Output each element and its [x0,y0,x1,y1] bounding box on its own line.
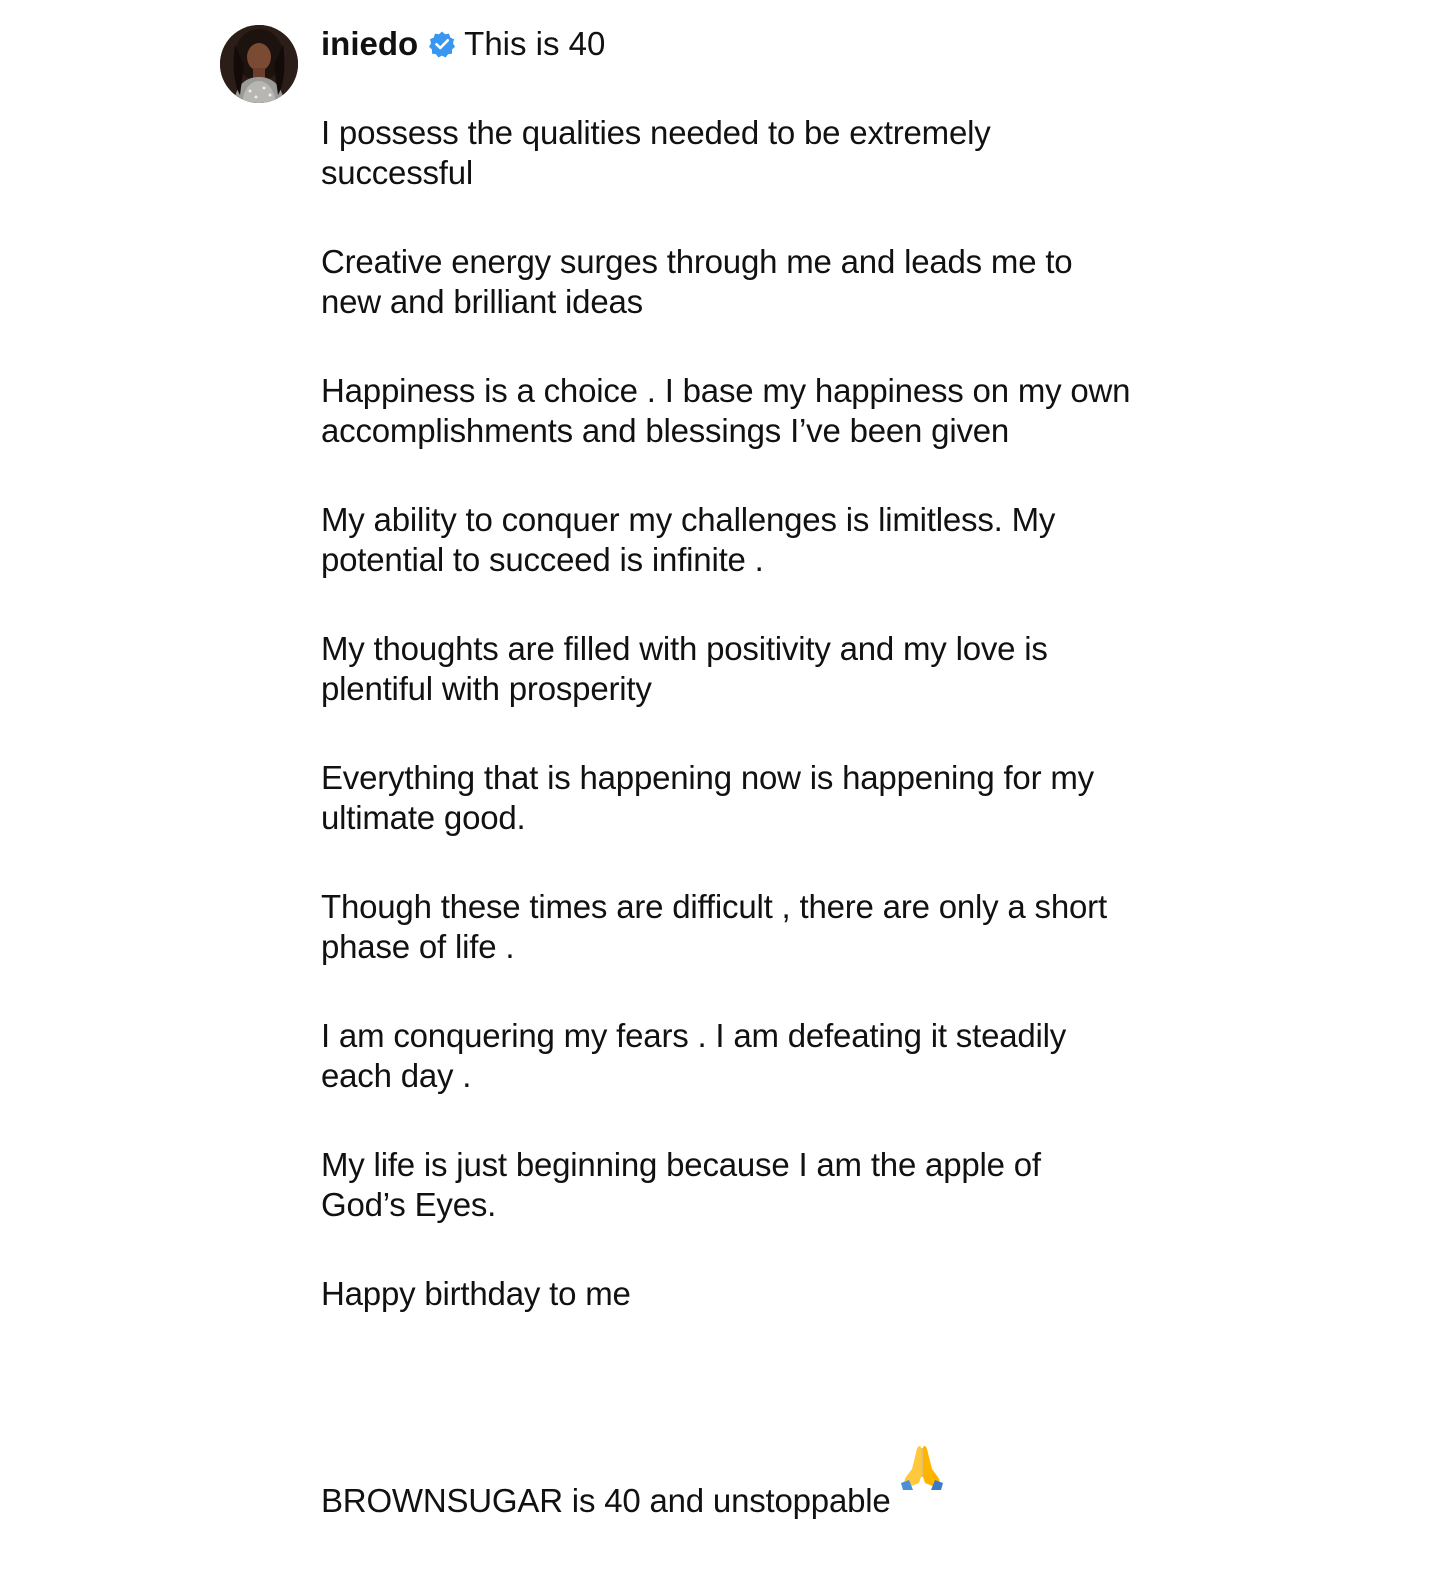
caption-paragraph: I possess the qualities needed to be ext… [321,114,991,191]
profile-avatar[interactable] [220,25,298,103]
caption-headline: This is 40 [464,25,606,62]
caption-last-text: BROWNSUGAR is 40 and unstoppable [321,1482,891,1519]
caption-paragraph: Happy birthday to me [321,1275,631,1312]
caption-body: I possess the qualities needed to be ext… [321,113,1221,1570]
caption-paragraph: My life is just beginning because I am t… [321,1146,1041,1223]
caption-paragraph: Though these times are difficult , there… [321,888,1107,965]
folded-hands-icon [899,1403,945,1490]
caption-last-paragraph: BROWNSUGAR is 40 and unstoppable [321,1363,1221,1521]
caption-paragraph: Happiness is a choice . I base my happin… [321,372,1131,449]
caption-paragraph: Creative energy surges through me and le… [321,243,1073,320]
username-link[interactable]: iniedo [321,22,418,66]
caption-paragraph: I am conquering my fears . I am defeatin… [321,1017,1067,1094]
verified-badge-icon [428,30,456,58]
caption-paragraph: Everything that is happening now is happ… [321,759,1094,836]
instagram-caption-post: iniedo This is 40 I possess the qualitie… [0,0,1440,1519]
caption-paragraph: My ability to conquer my challenges is l… [321,501,1056,578]
caption-paragraph: My thoughts are filled with positivity a… [321,630,1048,707]
caption-header: iniedo This is 40 [321,22,605,66]
